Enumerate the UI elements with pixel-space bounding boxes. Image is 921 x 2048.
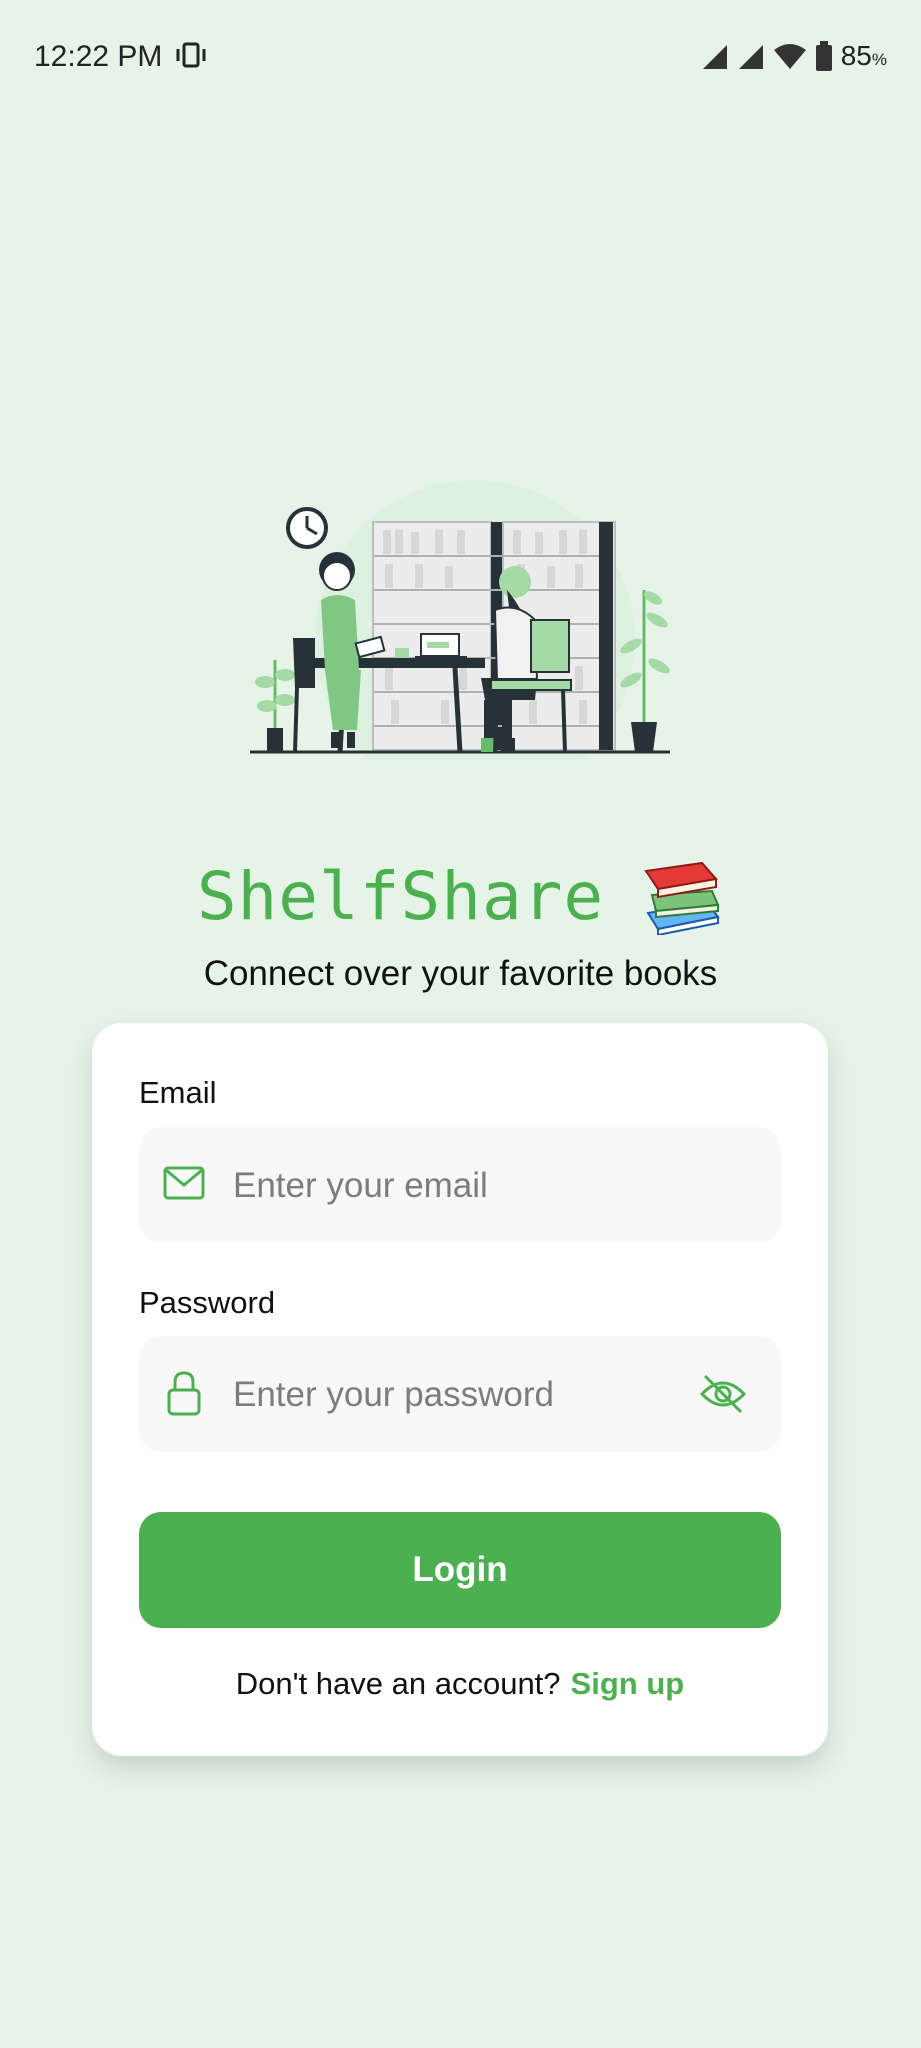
- email-input[interactable]: [231, 1127, 675, 1245]
- status-time: 12:22 PM: [34, 40, 163, 73]
- lock-icon: [167, 1371, 201, 1416]
- battery-percent: 85%: [840, 40, 887, 71]
- wifi-icon: [773, 44, 806, 69]
- reading-people-illustration: [250, 480, 670, 760]
- battery-icon: [815, 41, 832, 71]
- status-bar: 12:22 PM 85%: [0, 0, 921, 110]
- signup-row: Don't have an account? Sign up: [92, 1666, 828, 1702]
- signup-prompt: Don't have an account?: [235, 1666, 561, 1701]
- login-button[interactable]: Login: [139, 1512, 781, 1628]
- app-title: ShelfShare: [196, 858, 605, 935]
- signal-icon: [738, 45, 763, 69]
- vibrate-icon: [176, 42, 206, 68]
- password-input[interactable]: [231, 1336, 675, 1454]
- email-label: Email: [139, 1075, 217, 1110]
- login-card: Email Password Login Don't have an accou…: [92, 1023, 828, 1756]
- books-icon: [644, 861, 720, 935]
- signup-link[interactable]: Sign up: [571, 1666, 685, 1701]
- password-label: Password: [139, 1285, 276, 1320]
- mail-icon: [163, 1166, 205, 1200]
- signal-icon: [702, 45, 727, 69]
- password-field-container[interactable]: [139, 1336, 781, 1454]
- email-field-container[interactable]: [139, 1127, 781, 1245]
- tagline: Connect over your favorite books: [203, 954, 718, 993]
- eye-off-icon[interactable]: [699, 1372, 747, 1416]
- app-title-row: ShelfShare: [0, 858, 921, 935]
